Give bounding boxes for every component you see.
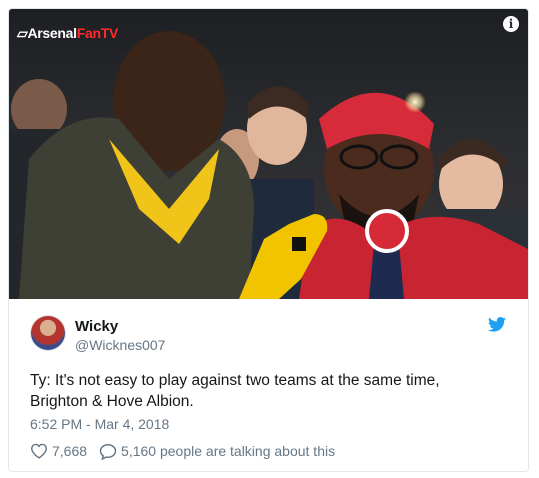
tweet-actions: 7,668 5,160 people are talking about thi… bbox=[30, 441, 335, 461]
avatar[interactable] bbox=[30, 315, 66, 351]
author-display-name[interactable]: Wicky bbox=[75, 318, 118, 335]
info-icon[interactable]: i bbox=[503, 16, 519, 32]
video-still-illustration bbox=[9, 31, 528, 299]
twitter-bird-icon[interactable] bbox=[488, 317, 506, 332]
heart-icon bbox=[30, 443, 48, 459]
tweet-text-line-1: Ty: It's not easy to play against two te… bbox=[30, 372, 440, 389]
arsenal-fantv-logo: ▱ArsenalFanTV bbox=[17, 25, 118, 42]
brand-suffix: FanTV bbox=[76, 25, 119, 41]
tweet-timestamp[interactable]: 6:52 PM - Mar 4, 2018 bbox=[30, 416, 169, 432]
like-count: 7,668 bbox=[52, 443, 88, 459]
embedded-tweet-card[interactable]: ▱ArsenalFanTV i Wicky @Wicknes007 Ty: It… bbox=[8, 8, 529, 472]
conversation-button[interactable]: 5,160 people are talking about this bbox=[99, 443, 335, 460]
speech-bubble-icon bbox=[99, 443, 117, 460]
author-screen-name[interactable]: @Wicknes007 bbox=[75, 337, 165, 353]
tv-icon: ▱ bbox=[17, 25, 28, 41]
talking-about-text: 5,160 people are talking about this bbox=[121, 443, 336, 459]
tweet-media-image[interactable]: ▱ArsenalFanTV i bbox=[9, 9, 528, 299]
brand-prefix: Arsenal bbox=[27, 25, 77, 41]
like-button[interactable]: 7,668 bbox=[30, 443, 87, 459]
tweet-text-line-2: Brighton & Hove Albion. bbox=[30, 393, 194, 410]
background-light bbox=[404, 91, 426, 113]
tweet-text: Ty: It's not easy to play against two te… bbox=[30, 370, 510, 412]
